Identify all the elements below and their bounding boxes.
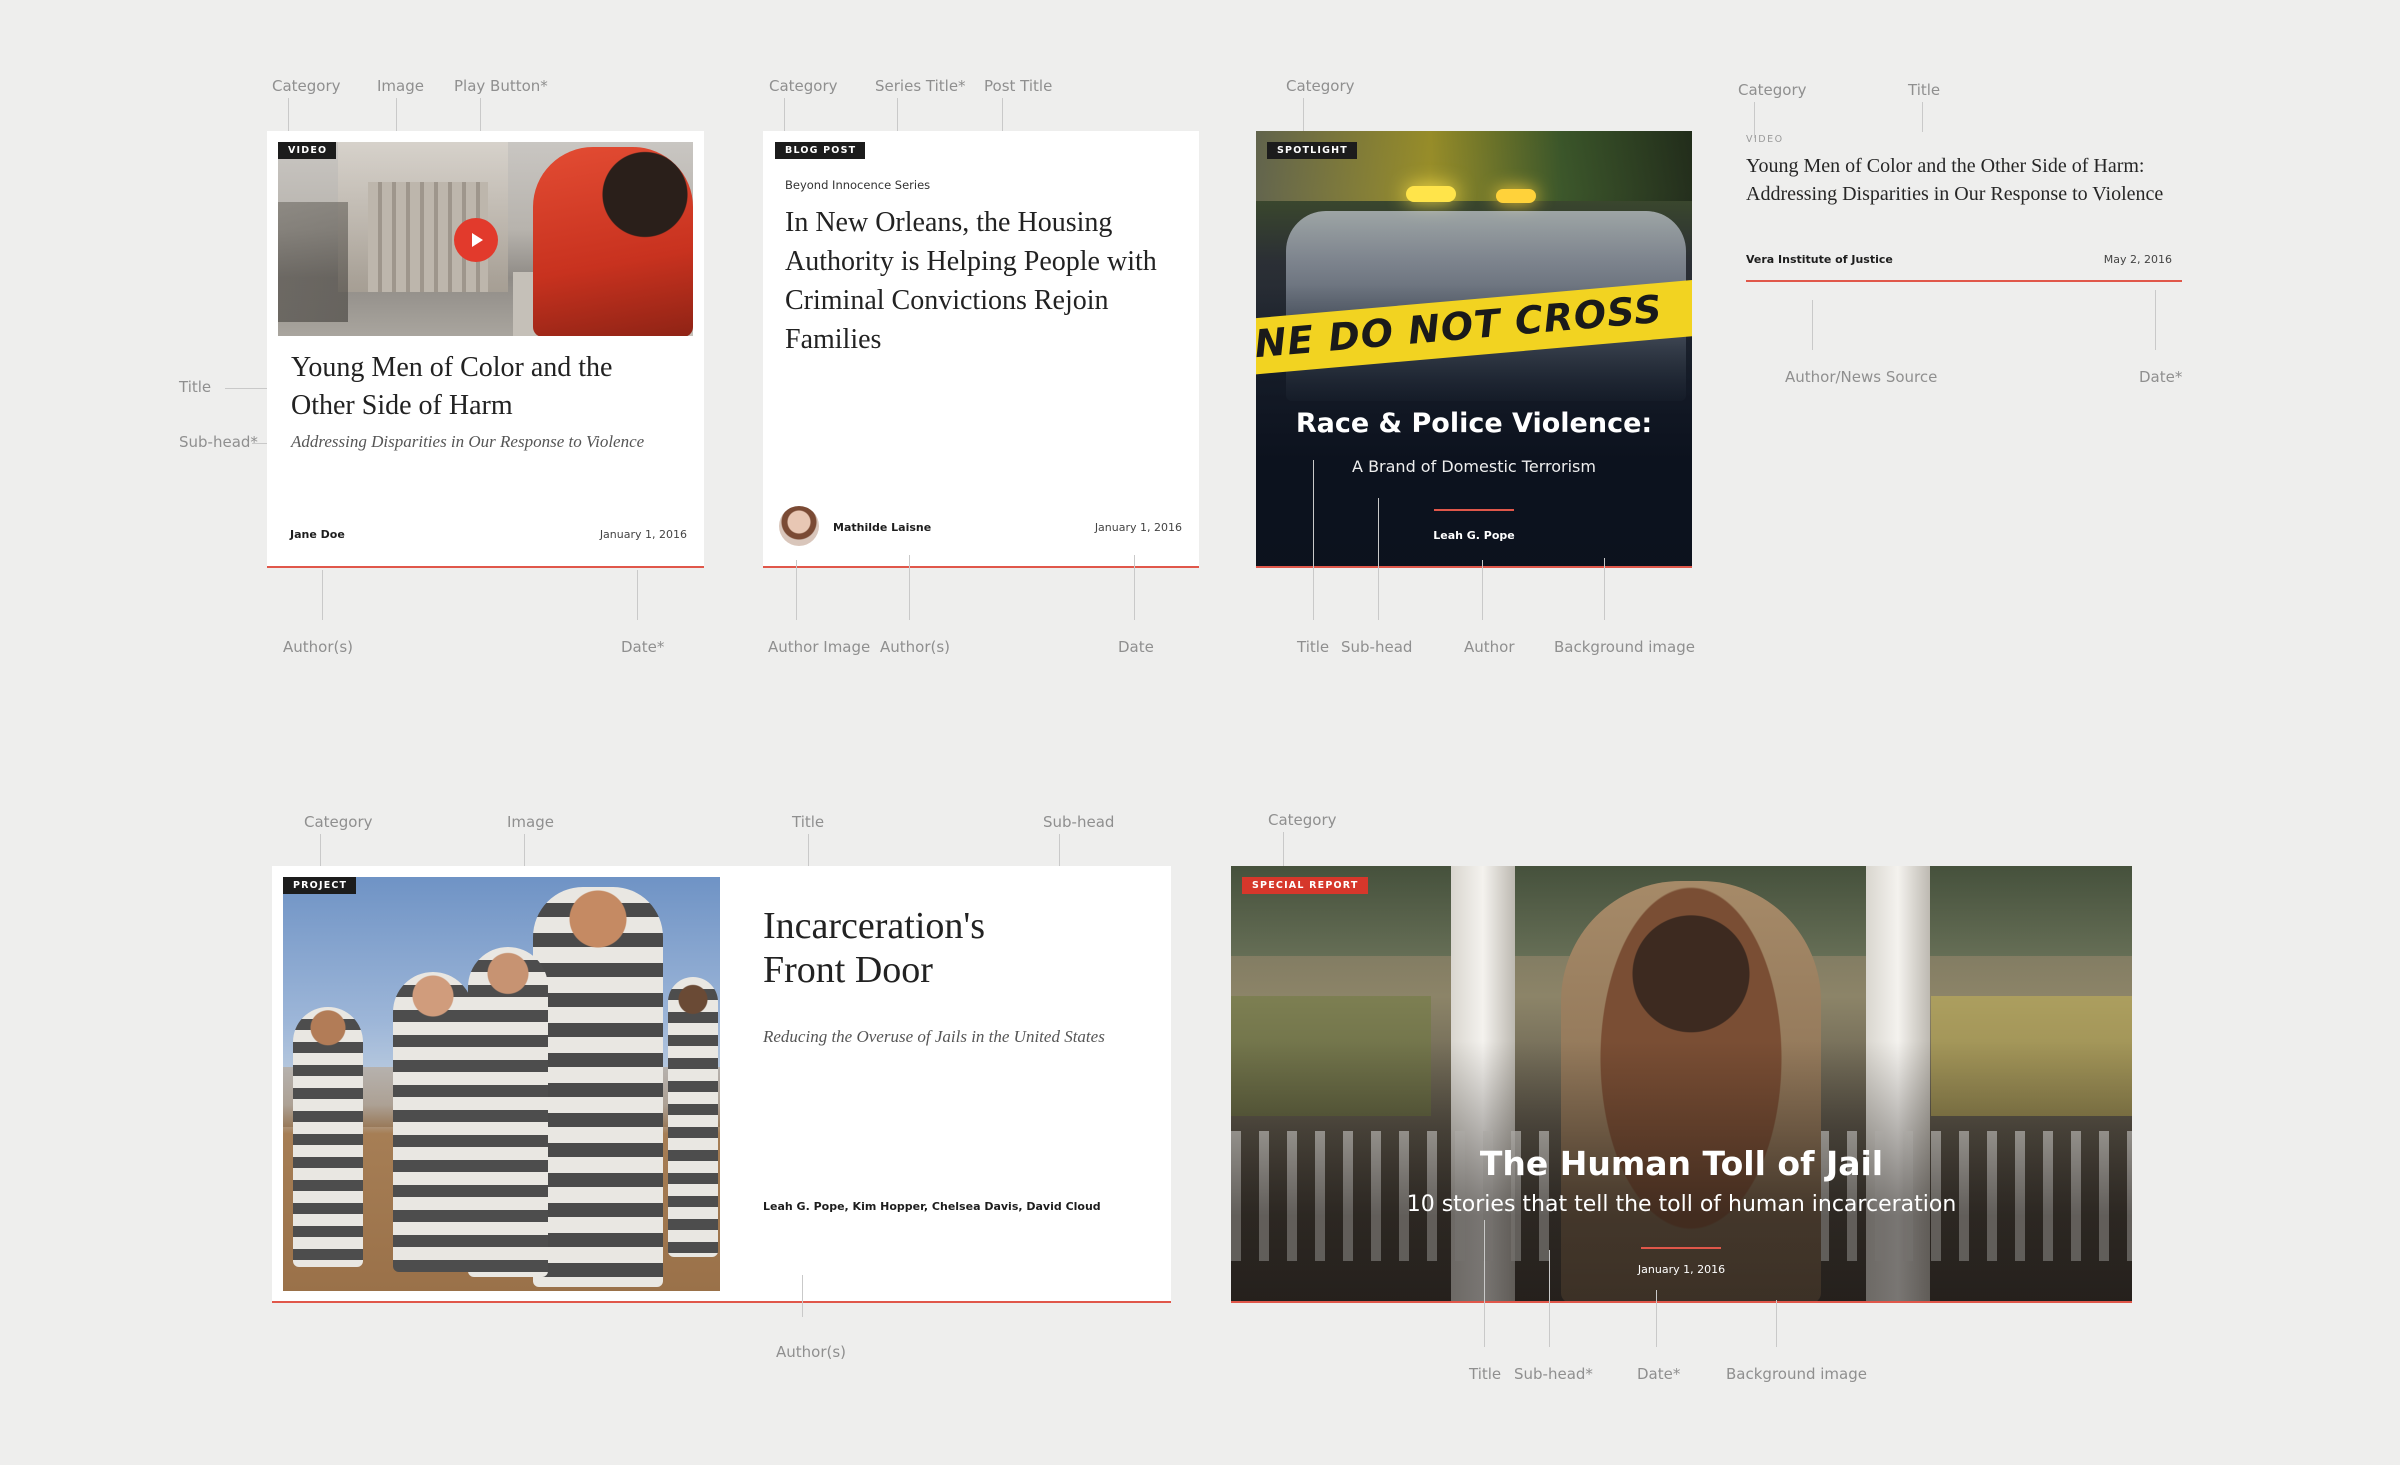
annotation-subhead: Sub-head*	[1514, 1365, 1593, 1383]
annotation-date: Date	[1118, 638, 1154, 656]
card-author[interactable]: Jane Doe	[290, 528, 345, 541]
card-title[interactable]: Young Men of Color and the Other Side of…	[291, 349, 681, 425]
project-subhead: Reducing the Overuse of Jails in the Uni…	[763, 1027, 1105, 1046]
blog-card[interactable]: BLOG POST Beyond Innocence Series In New…	[763, 131, 1199, 568]
category-badge[interactable]: PROJECT	[283, 877, 357, 894]
annotation-author-image: Author Image	[768, 638, 871, 656]
annotation-title: Title	[179, 378, 212, 396]
text-card-source[interactable]: Vera Institute of Justice	[1746, 253, 1893, 266]
background-image	[1231, 866, 2132, 1301]
annotation-category: Category	[769, 77, 838, 95]
text-card-date: May 2, 2016	[2103, 253, 2172, 266]
play-button[interactable]	[454, 218, 498, 262]
category-badge[interactable]: SPECIAL REPORT	[1242, 877, 1368, 894]
author-avatar[interactable]	[779, 506, 819, 546]
project-authors[interactable]: Leah G. Pope, Kim Hopper, Chelsea Davis,…	[763, 1200, 1101, 1213]
post-date: January 1, 2016	[1094, 521, 1182, 534]
text-card-category[interactable]: VIDEO	[1746, 134, 1784, 145]
annotation-category: Category	[1286, 77, 1355, 95]
annotation-subhead: Sub-head	[1043, 813, 1115, 831]
text-card[interactable]: VIDEO Young Men of Color and the Other S…	[1746, 134, 2182, 282]
annotation-title: Title	[1297, 638, 1330, 656]
annotation-play-button: Play Button*	[454, 77, 548, 95]
project-title[interactable]: Incarceration's Front Door	[763, 904, 1063, 992]
annotation-subhead: Sub-head*	[179, 433, 258, 451]
annotation-title: Title	[792, 813, 825, 831]
person-figure	[533, 147, 693, 336]
annotation-category: Category	[272, 77, 341, 95]
annotation-title: Title	[1469, 1365, 1502, 1383]
special-subhead: 10 stories that tell the toll of human i…	[1406, 1192, 1957, 1217]
annotation-category: Category	[304, 813, 373, 831]
play-icon	[472, 233, 483, 247]
inmate-figure	[533, 887, 663, 1287]
project-card[interactable]: PROJECT Incarceration's Front Door Reduc…	[272, 866, 1171, 1303]
annotation-post-title: Post Title	[984, 77, 1053, 95]
annotation-authors: Author(s)	[283, 638, 354, 656]
project-image[interactable]	[283, 877, 720, 1291]
category-badge[interactable]: SPOTLIGHT	[1267, 142, 1357, 159]
annotation-author: Author	[1464, 638, 1515, 656]
annotation-image: Image	[377, 77, 424, 95]
category-badge[interactable]: VIDEO	[278, 142, 337, 159]
special-title[interactable]: The Human Toll of Jail	[1231, 1144, 2132, 1183]
annotation-category: Category	[1268, 811, 1337, 829]
annotation-background-image: Background image	[1726, 1365, 1867, 1383]
spotlight-subhead: A Brand of Domestic Terrorism	[1352, 457, 1596, 476]
annotation-authors: Author(s)	[880, 638, 951, 656]
category-badge[interactable]: BLOG POST	[775, 142, 866, 159]
post-author[interactable]: Mathilde Laisne	[833, 521, 931, 534]
annotation-date: Date*	[621, 638, 665, 656]
special-report-card[interactable]: SPECIAL REPORT The Human Toll of Jail 10…	[1231, 866, 2132, 1303]
text-card-title[interactable]: Young Men of Color and the Other Side of…	[1746, 152, 2186, 208]
spotlight-card[interactable]: NE DO NOT CROSS SPOTLIGHT Race & Police …	[1256, 131, 1692, 568]
post-title[interactable]: In New Orleans, the Housing Authority is…	[785, 203, 1165, 359]
annotation-date: Date*	[2139, 368, 2183, 386]
annotation-subhead: Sub-head	[1341, 638, 1413, 656]
annotation-background-image: Background image	[1554, 638, 1695, 656]
annotation-series-title: Series Title*	[875, 77, 966, 95]
annotation-authors: Author(s)	[776, 1343, 847, 1361]
spotlight-title[interactable]: Race & Police Violence:	[1256, 408, 1692, 439]
annotation-category: Category	[1738, 81, 1807, 99]
card-subhead: Addressing Disparities in Our Response t…	[291, 432, 645, 451]
card-date: January 1, 2016	[599, 528, 687, 541]
spotlight-author[interactable]: Leah G. Pope	[1256, 529, 1692, 542]
annotation-date: Date*	[1637, 1365, 1681, 1383]
annotation-author-source: Author/News Source	[1785, 368, 1938, 386]
special-date: January 1, 2016	[1637, 1263, 1726, 1276]
video-card[interactable]: VIDEO Young Men of Color and the Other S…	[267, 131, 704, 568]
series-title[interactable]: Beyond Innocence Series	[785, 178, 930, 192]
annotation-title: Title	[1908, 81, 1941, 99]
annotation-image: Image	[507, 813, 554, 831]
